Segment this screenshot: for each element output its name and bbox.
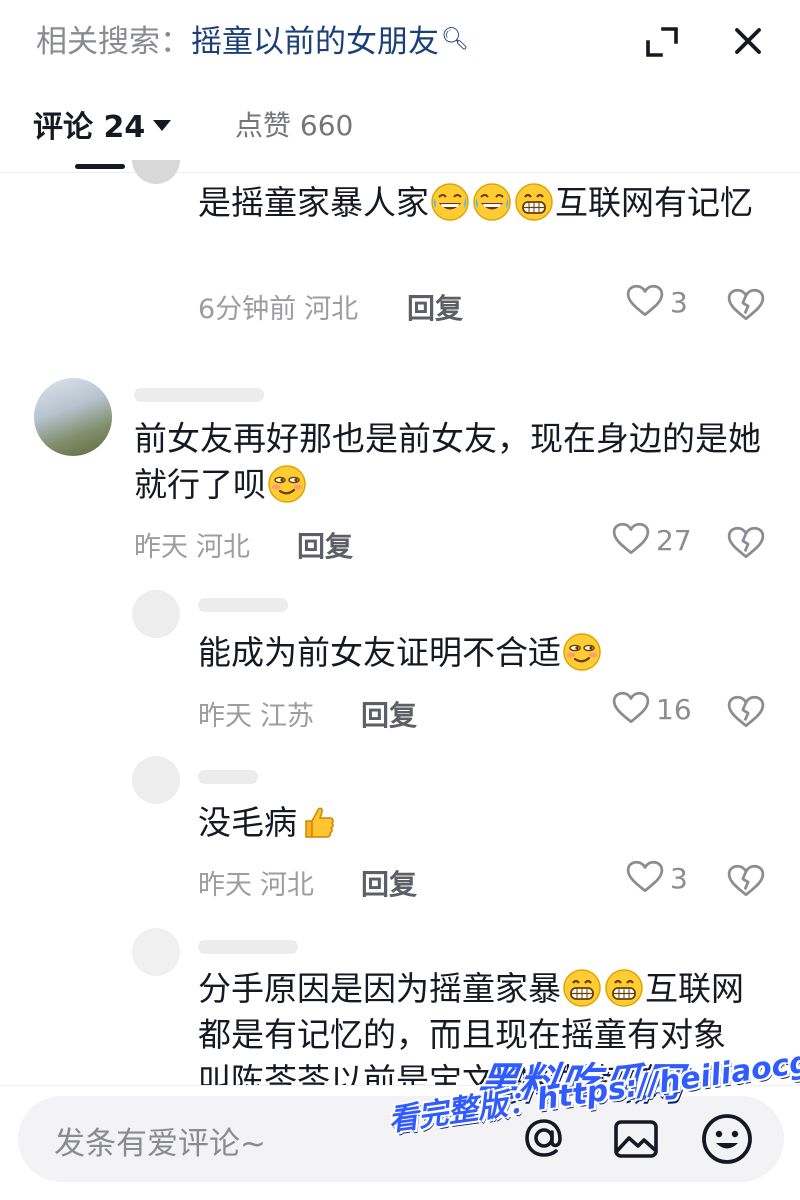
comment-item: 分手原因是因为摇童家暴 互联网都是有记忆的，而且现在摇童有对象叫陈苓苓以前是宝文淘… xyxy=(0,0,800,1085)
image-icon[interactable] xyxy=(610,1113,662,1165)
username[interactable] xyxy=(198,940,298,954)
comment-input-placeholder: 发条有爱评论~ xyxy=(54,1126,266,1162)
avatar[interactable] xyxy=(132,928,180,976)
grin-emoji-icon xyxy=(562,968,602,1008)
emoji-icon[interactable] xyxy=(698,1110,756,1168)
grin-emoji-icon xyxy=(604,968,644,1008)
